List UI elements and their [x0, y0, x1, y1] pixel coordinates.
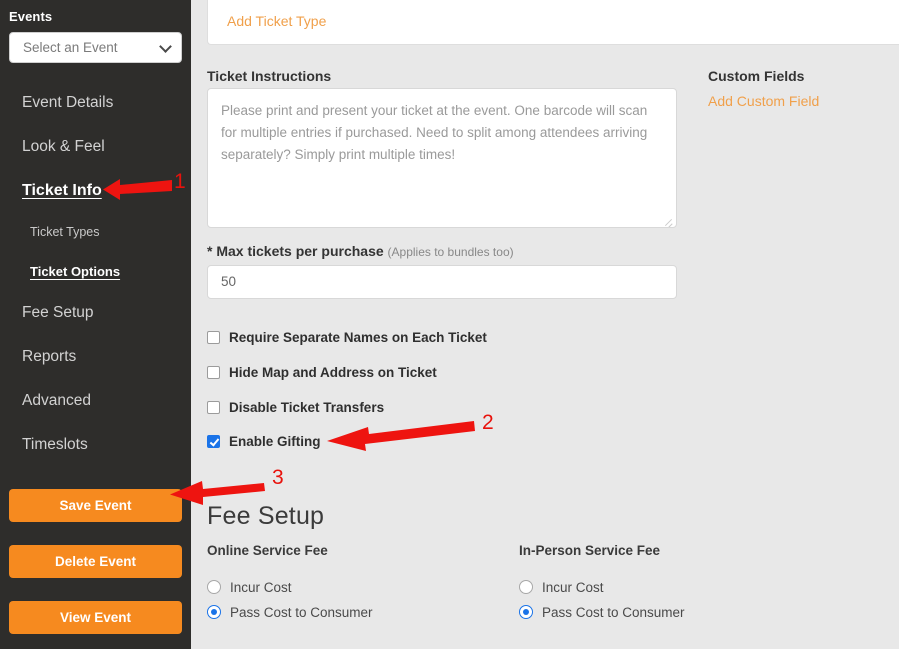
max-tickets-label: * Max tickets per purchase (Applies to b… — [207, 243, 514, 259]
max-tickets-input[interactable]: 50 — [207, 265, 677, 299]
sidebar-subitem-ticket-options[interactable]: Ticket Options — [0, 252, 191, 291]
checkbox-label-hide-map-address: Hide Map and Address on Ticket — [229, 364, 437, 380]
online-service-fee-title: Online Service Fee — [207, 543, 328, 558]
checkbox-enable-gifting[interactable] — [207, 434, 220, 448]
sidebar: Events Select an Event Event Details Loo… — [0, 0, 191, 649]
sidebar-item-fee-setup[interactable]: Fee Setup — [0, 291, 191, 335]
sidebar-item-advanced[interactable]: Advanced — [0, 379, 191, 423]
radio-in-person-incur-cost[interactable] — [519, 580, 533, 594]
annotation-number-1: 1 — [174, 170, 186, 193]
ticket-instructions-label: Ticket Instructions — [207, 68, 332, 84]
sidebar-nav: Event Details Look & Feel Ticket Info Ti… — [0, 81, 191, 467]
radio-label-online-incur-cost: Incur Cost — [230, 579, 292, 595]
view-event-button-wrap: View Event — [0, 601, 191, 647]
radio-online-incur-cost[interactable] — [207, 580, 221, 594]
checkbox-label-disable-ticket-transfers: Disable Ticket Transfers — [229, 399, 385, 415]
radio-label-online-pass-cost: Pass Cost to Consumer — [230, 604, 373, 620]
checkbox-hide-map-address[interactable] — [207, 365, 220, 379]
sidebar-item-ticket-info[interactable]: Ticket Info — [0, 169, 191, 213]
chevron-down-icon — [160, 42, 171, 53]
checkbox-row-enable-gifting[interactable]: Enable Gifting — [207, 432, 321, 450]
custom-fields-title: Custom Fields — [708, 68, 805, 84]
sidebar-subitem-ticket-types[interactable]: Ticket Types — [0, 213, 191, 252]
ticket-types-panel: Add Ticket Type — [207, 0, 899, 45]
radio-online-pass-cost[interactable] — [207, 605, 221, 619]
checkbox-require-separate-names[interactable] — [207, 330, 220, 344]
checkbox-label-enable-gifting: Enable Gifting — [229, 433, 321, 449]
save-event-button[interactable]: Save Event — [9, 489, 182, 522]
delete-event-button[interactable]: Delete Event — [9, 545, 182, 578]
ticket-instructions-textarea[interactable]: Please print and present your ticket at … — [207, 88, 677, 228]
required-asterisk: * — [207, 243, 213, 259]
sidebar-item-timeslots[interactable]: Timeslots — [0, 423, 191, 467]
annotation-number-2: 2 — [482, 411, 494, 434]
save-event-button-wrap: Save Event — [0, 489, 191, 535]
radio-row-in-person-incur-cost[interactable]: Incur Cost — [519, 578, 604, 596]
max-tickets-hint: (Applies to bundles too) — [387, 245, 514, 259]
fee-setup-heading: Fee Setup — [207, 502, 325, 530]
annotation-arrow-2 — [327, 421, 475, 451]
event-select-value: Select an Event — [23, 40, 118, 55]
checkbox-row-hide-map-address[interactable]: Hide Map and Address on Ticket — [207, 363, 437, 381]
add-ticket-type-link[interactable]: Add Ticket Type — [227, 13, 326, 29]
radio-row-in-person-pass-cost[interactable]: Pass Cost to Consumer — [519, 603, 685, 621]
view-event-button[interactable]: View Event — [9, 601, 182, 634]
sidebar-item-look-and-feel[interactable]: Look & Feel — [0, 125, 191, 169]
radio-label-in-person-incur-cost: Incur Cost — [542, 579, 604, 595]
annotation-number-3: 3 — [272, 466, 284, 489]
checkbox-label-require-separate-names: Require Separate Names on Each Ticket — [229, 329, 487, 345]
sidebar-title: Events — [9, 9, 53, 24]
max-tickets-label-text: Max tickets per purchase — [216, 243, 384, 259]
in-person-service-fee-title: In-Person Service Fee — [519, 543, 661, 558]
radio-row-online-incur-cost[interactable]: Incur Cost — [207, 578, 292, 596]
checkbox-disable-ticket-transfers[interactable] — [207, 400, 220, 414]
checkbox-row-disable-ticket-transfers[interactable]: Disable Ticket Transfers — [207, 398, 384, 416]
radio-row-online-pass-cost[interactable]: Pass Cost to Consumer — [207, 603, 373, 621]
resize-handle-icon[interactable] — [662, 214, 674, 226]
event-select-dropdown[interactable]: Select an Event — [9, 32, 182, 63]
radio-label-in-person-pass-cost: Pass Cost to Consumer — [542, 604, 685, 620]
sidebar-item-reports[interactable]: Reports — [0, 335, 191, 379]
radio-in-person-pass-cost[interactable] — [519, 605, 533, 619]
ticket-instructions-placeholder: Please print and present your ticket at … — [221, 103, 648, 162]
delete-event-button-wrap: Delete Event — [0, 545, 191, 591]
checkbox-row-require-separate-names[interactable]: Require Separate Names on Each Ticket — [207, 328, 487, 346]
add-custom-field-link[interactable]: Add Custom Field — [708, 93, 819, 109]
sidebar-item-event-details[interactable]: Event Details — [0, 81, 191, 125]
